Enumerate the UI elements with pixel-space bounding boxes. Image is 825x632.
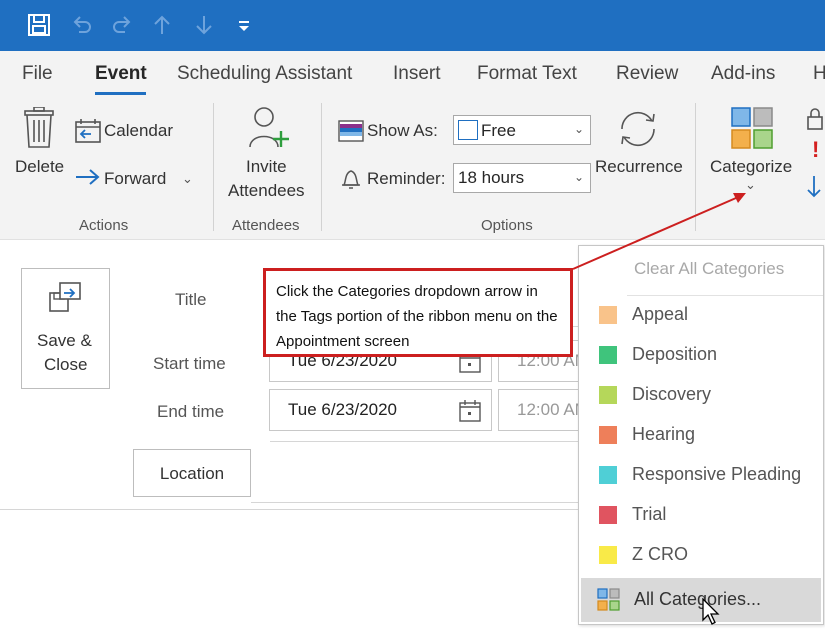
callout-arrow bbox=[572, 193, 746, 270]
